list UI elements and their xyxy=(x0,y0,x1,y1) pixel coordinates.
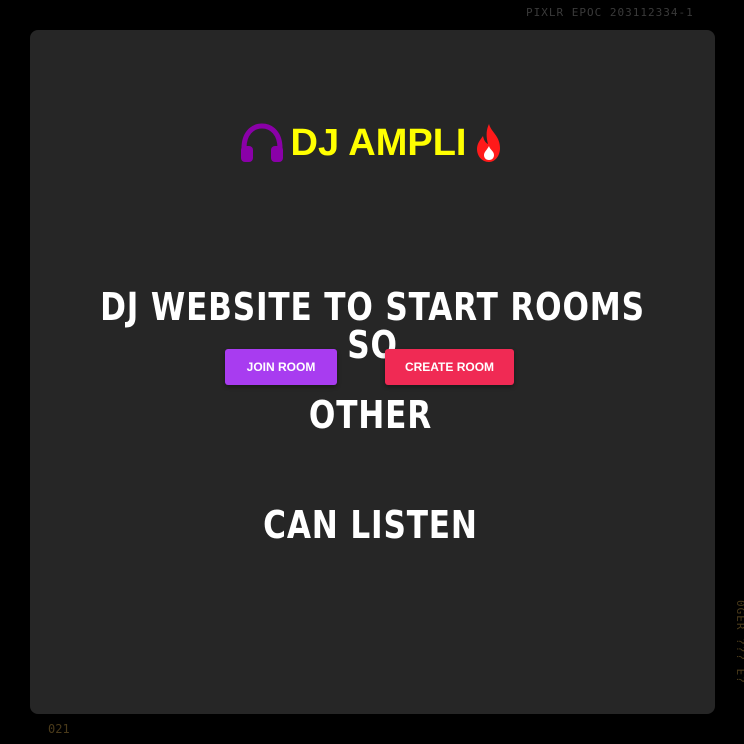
fire-icon xyxy=(477,124,501,162)
join-room-button[interactable]: JOIN ROOM xyxy=(225,349,337,385)
hero-line-2: OTHER xyxy=(308,393,433,437)
main-card: DJ AMPLI DJ WEBSITE TO START ROOMS SO OT… xyxy=(30,30,715,714)
film-code-side: 0GER ??? E? xyxy=(734,600,744,684)
brand-header: DJ AMPLI xyxy=(30,122,715,164)
create-room-button[interactable]: CREATE ROOM xyxy=(385,349,514,385)
brand-title: DJ AMPLI xyxy=(290,122,467,164)
headphones-icon xyxy=(240,123,283,162)
hero-line-3: CAN LISTEN xyxy=(263,503,478,547)
film-code-bottom: 021 xyxy=(48,722,70,736)
hero-line-1: DJ WEBSITE TO START ROOMS SO xyxy=(100,285,645,367)
film-code-top: PIXLR EPOC 203112334-1 xyxy=(526,6,694,19)
